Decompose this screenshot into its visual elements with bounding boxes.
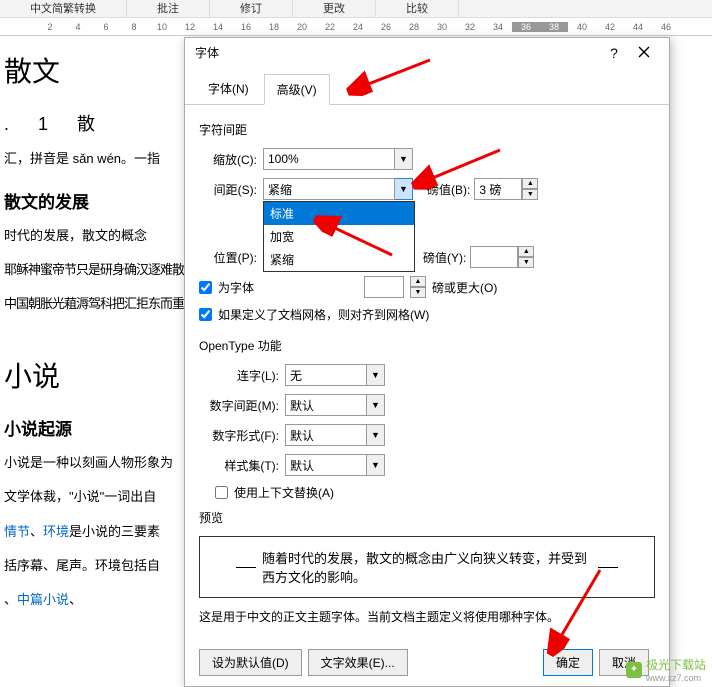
position-pts-input[interactable]	[470, 246, 518, 268]
kerning-label-prefix: 为字体	[218, 279, 254, 296]
grid-checkbox[interactable]	[199, 308, 212, 321]
numspacing-input[interactable]	[285, 394, 367, 416]
numspacing-label: 数字间距(M):	[199, 397, 285, 414]
close-button[interactable]	[629, 45, 659, 61]
close-icon	[638, 46, 650, 58]
section-spacing-label: 字符间距	[199, 121, 655, 138]
scale-dropdown-button[interactable]: ▼	[395, 148, 413, 170]
ribbon-comment[interactable]: 批注	[127, 0, 210, 17]
ribbon-convert[interactable]: 中文简繁转换	[0, 0, 127, 17]
spacing-dropdown-button[interactable]: ▼	[395, 178, 413, 200]
spacing-dropdown-list: 标准 加宽 紧缩	[263, 201, 415, 272]
numform-label: 数字形式(F):	[199, 427, 285, 444]
kerning-label-suffix: 磅或更大(O)	[432, 279, 497, 296]
scale-input[interactable]	[263, 148, 395, 170]
position-pts-up[interactable]: ▲	[518, 246, 534, 257]
link-env[interactable]: 环境	[43, 524, 69, 539]
preview-box: 随着时代的发展，散文的概念由广义向狭义转变，并受到西方文化的影响。	[199, 536, 655, 598]
preview-text: 随着时代的发展，散文的概念由广义向狭义转变，并受到西方文化的影响。	[262, 548, 592, 586]
ligature-dropdown-button[interactable]: ▼	[367, 364, 385, 386]
tab-font[interactable]: 字体(N)	[195, 73, 262, 104]
spacing-pts-input[interactable]	[474, 178, 522, 200]
kerning-checkbox[interactable]	[199, 281, 212, 294]
kerning-pts-down[interactable]: ▼	[410, 287, 426, 298]
link-plot[interactable]: 情节	[4, 524, 30, 539]
help-button[interactable]: ?	[599, 45, 629, 61]
stylistic-label: 样式集(T):	[199, 457, 285, 474]
ligature-label: 连字(L):	[199, 367, 285, 384]
spacing-pts-down[interactable]: ▼	[522, 189, 538, 200]
ribbon-compare[interactable]: 比较	[376, 0, 459, 17]
preview-label: 预览	[199, 509, 655, 526]
grid-label: 如果定义了文档网格，则对齐到网格(W)	[218, 306, 429, 323]
dialog-titlebar: 字体 ?	[185, 38, 669, 67]
ligature-input[interactable]	[285, 364, 367, 386]
spacing-pts-label: 磅值(B):	[427, 181, 470, 198]
spacing-option-expanded[interactable]: 加宽	[264, 225, 414, 248]
scale-label: 缩放(C):	[199, 151, 263, 168]
numspacing-dropdown-button[interactable]: ▼	[367, 394, 385, 416]
ribbon-track[interactable]: 修订	[210, 0, 293, 17]
spacing-option-condensed[interactable]: 紧缩	[264, 248, 414, 271]
spacing-pts-up[interactable]: ▲	[522, 178, 538, 189]
text-effects-button[interactable]: 文字效果(E)...	[308, 649, 408, 676]
context-label: 使用上下文替换(A)	[234, 484, 334, 501]
watermark: ✦ 极光下载站 www.xz7.com	[626, 656, 706, 683]
watermark-text: 极光下载站	[646, 656, 706, 673]
stylistic-dropdown-button[interactable]: ▼	[367, 454, 385, 476]
kerning-pts-up[interactable]: ▲	[410, 276, 426, 287]
font-dialog: 字体 ? 字体(N) 高级(V) 字符间距 缩放(C): ▼ 间距(S): ▼ …	[184, 37, 670, 687]
ribbon-changes[interactable]: 更改	[293, 0, 376, 17]
numform-dropdown-button[interactable]: ▼	[367, 424, 385, 446]
numform-input[interactable]	[285, 424, 367, 446]
context-checkbox[interactable]	[215, 486, 228, 499]
position-label: 位置(P):	[199, 249, 263, 266]
spacing-option-standard[interactable]: 标准	[264, 202, 414, 225]
position-pts-down[interactable]: ▼	[518, 257, 534, 268]
link-novella[interactable]: 中篇小说	[17, 592, 69, 607]
tab-advanced[interactable]: 高级(V)	[264, 74, 330, 105]
ok-button[interactable]: 确定	[543, 649, 593, 676]
ruler: 2468101214161820222426283032343638404244…	[0, 18, 712, 36]
section-opentype-label: OpenType 功能	[199, 337, 655, 354]
kerning-pts-input[interactable]	[364, 276, 404, 298]
watermark-logo-icon: ✦	[626, 662, 642, 678]
set-default-button[interactable]: 设为默认值(D)	[199, 649, 302, 676]
position-pts-label: 磅值(Y):	[423, 249, 466, 266]
dialog-title: 字体	[195, 44, 219, 61]
ribbon-bar: 中文简繁转换 批注 修订 更改 比较	[0, 0, 712, 18]
spacing-input[interactable]	[263, 178, 395, 200]
watermark-url: www.xz7.com	[646, 673, 706, 683]
preview-note: 这是用于中文的正文主题字体。当前文档主题定义将使用哪种字体。	[199, 608, 655, 625]
stylistic-input[interactable]	[285, 454, 367, 476]
spacing-label: 间距(S):	[199, 181, 263, 198]
dialog-tabs: 字体(N) 高级(V)	[185, 67, 669, 105]
